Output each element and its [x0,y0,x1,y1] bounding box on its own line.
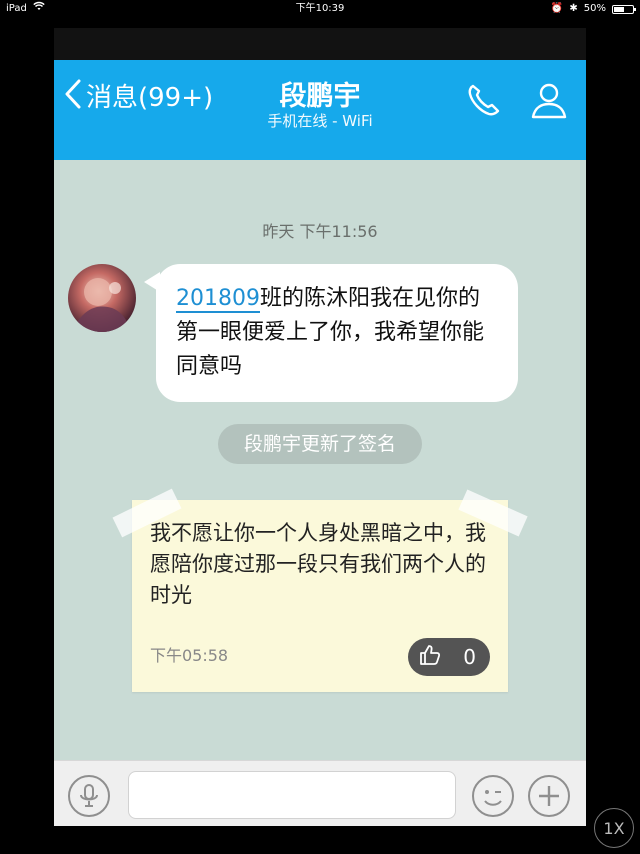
message-timestamp: 昨天 下午11:56 [262,222,378,241]
zoom-button[interactable]: 1X [594,808,634,848]
bluetooth-icon: ✱ [569,3,578,14]
system-notice: 段鹏宇更新了签名 [218,424,422,464]
person-icon[interactable] [528,80,570,126]
phone-icon[interactable] [464,80,504,124]
contact-status: 手机在线 - WiFi [267,112,373,130]
input-bar [54,760,586,826]
emoji-icon[interactable] [472,775,514,817]
signature-text: 我不愿让你一个人身处黑暗之中，我愿陪你度过那一段只有我们两个人的时光 [150,521,486,607]
signature-card[interactable]: 我不愿让你一个人身处黑暗之中，我愿陪你度过那一段只有我们两个人的时光 下午05:… [112,488,528,692]
message-highlight[interactable]: 201809 [176,286,260,313]
chat-header: 消息(99+) 段鹏宇 手机在线 - WiFi [54,60,586,160]
status-time: 下午10:39 [295,3,345,14]
contact-name: 段鹏宇 [279,81,361,112]
avatar[interactable] [68,264,136,332]
thumbs-up-icon [418,643,442,672]
message-list[interactable]: 昨天 下午11:56 201809班的陈沐阳我在见你的第一眼便爱上了你，我希望你… [54,160,586,760]
signature-time: 下午05:58 [150,646,229,665]
bubble-tail [144,272,160,292]
message-bubble[interactable]: 201809班的陈沐阳我在见你的第一眼便爱上了你，我希望你能同意吗 [144,264,518,402]
battery-icon [612,4,636,14]
phone-top-bar [54,28,586,60]
chat-window: 消息(99+) 段鹏宇 手机在线 - WiFi 昨天 下午11:56 20180… [54,28,586,826]
message-input[interactable] [128,771,456,819]
microphone-icon[interactable] [68,775,110,817]
battery-percent: 50% [583,3,606,14]
plus-icon[interactable] [528,775,570,817]
like-count: 0 [463,645,476,669]
like-button[interactable]: 0 [408,638,490,676]
alarm-icon: ⏰ [550,3,564,14]
status-bar: iPad 下午10:39 ⏰ ✱ 50% [0,0,640,18]
